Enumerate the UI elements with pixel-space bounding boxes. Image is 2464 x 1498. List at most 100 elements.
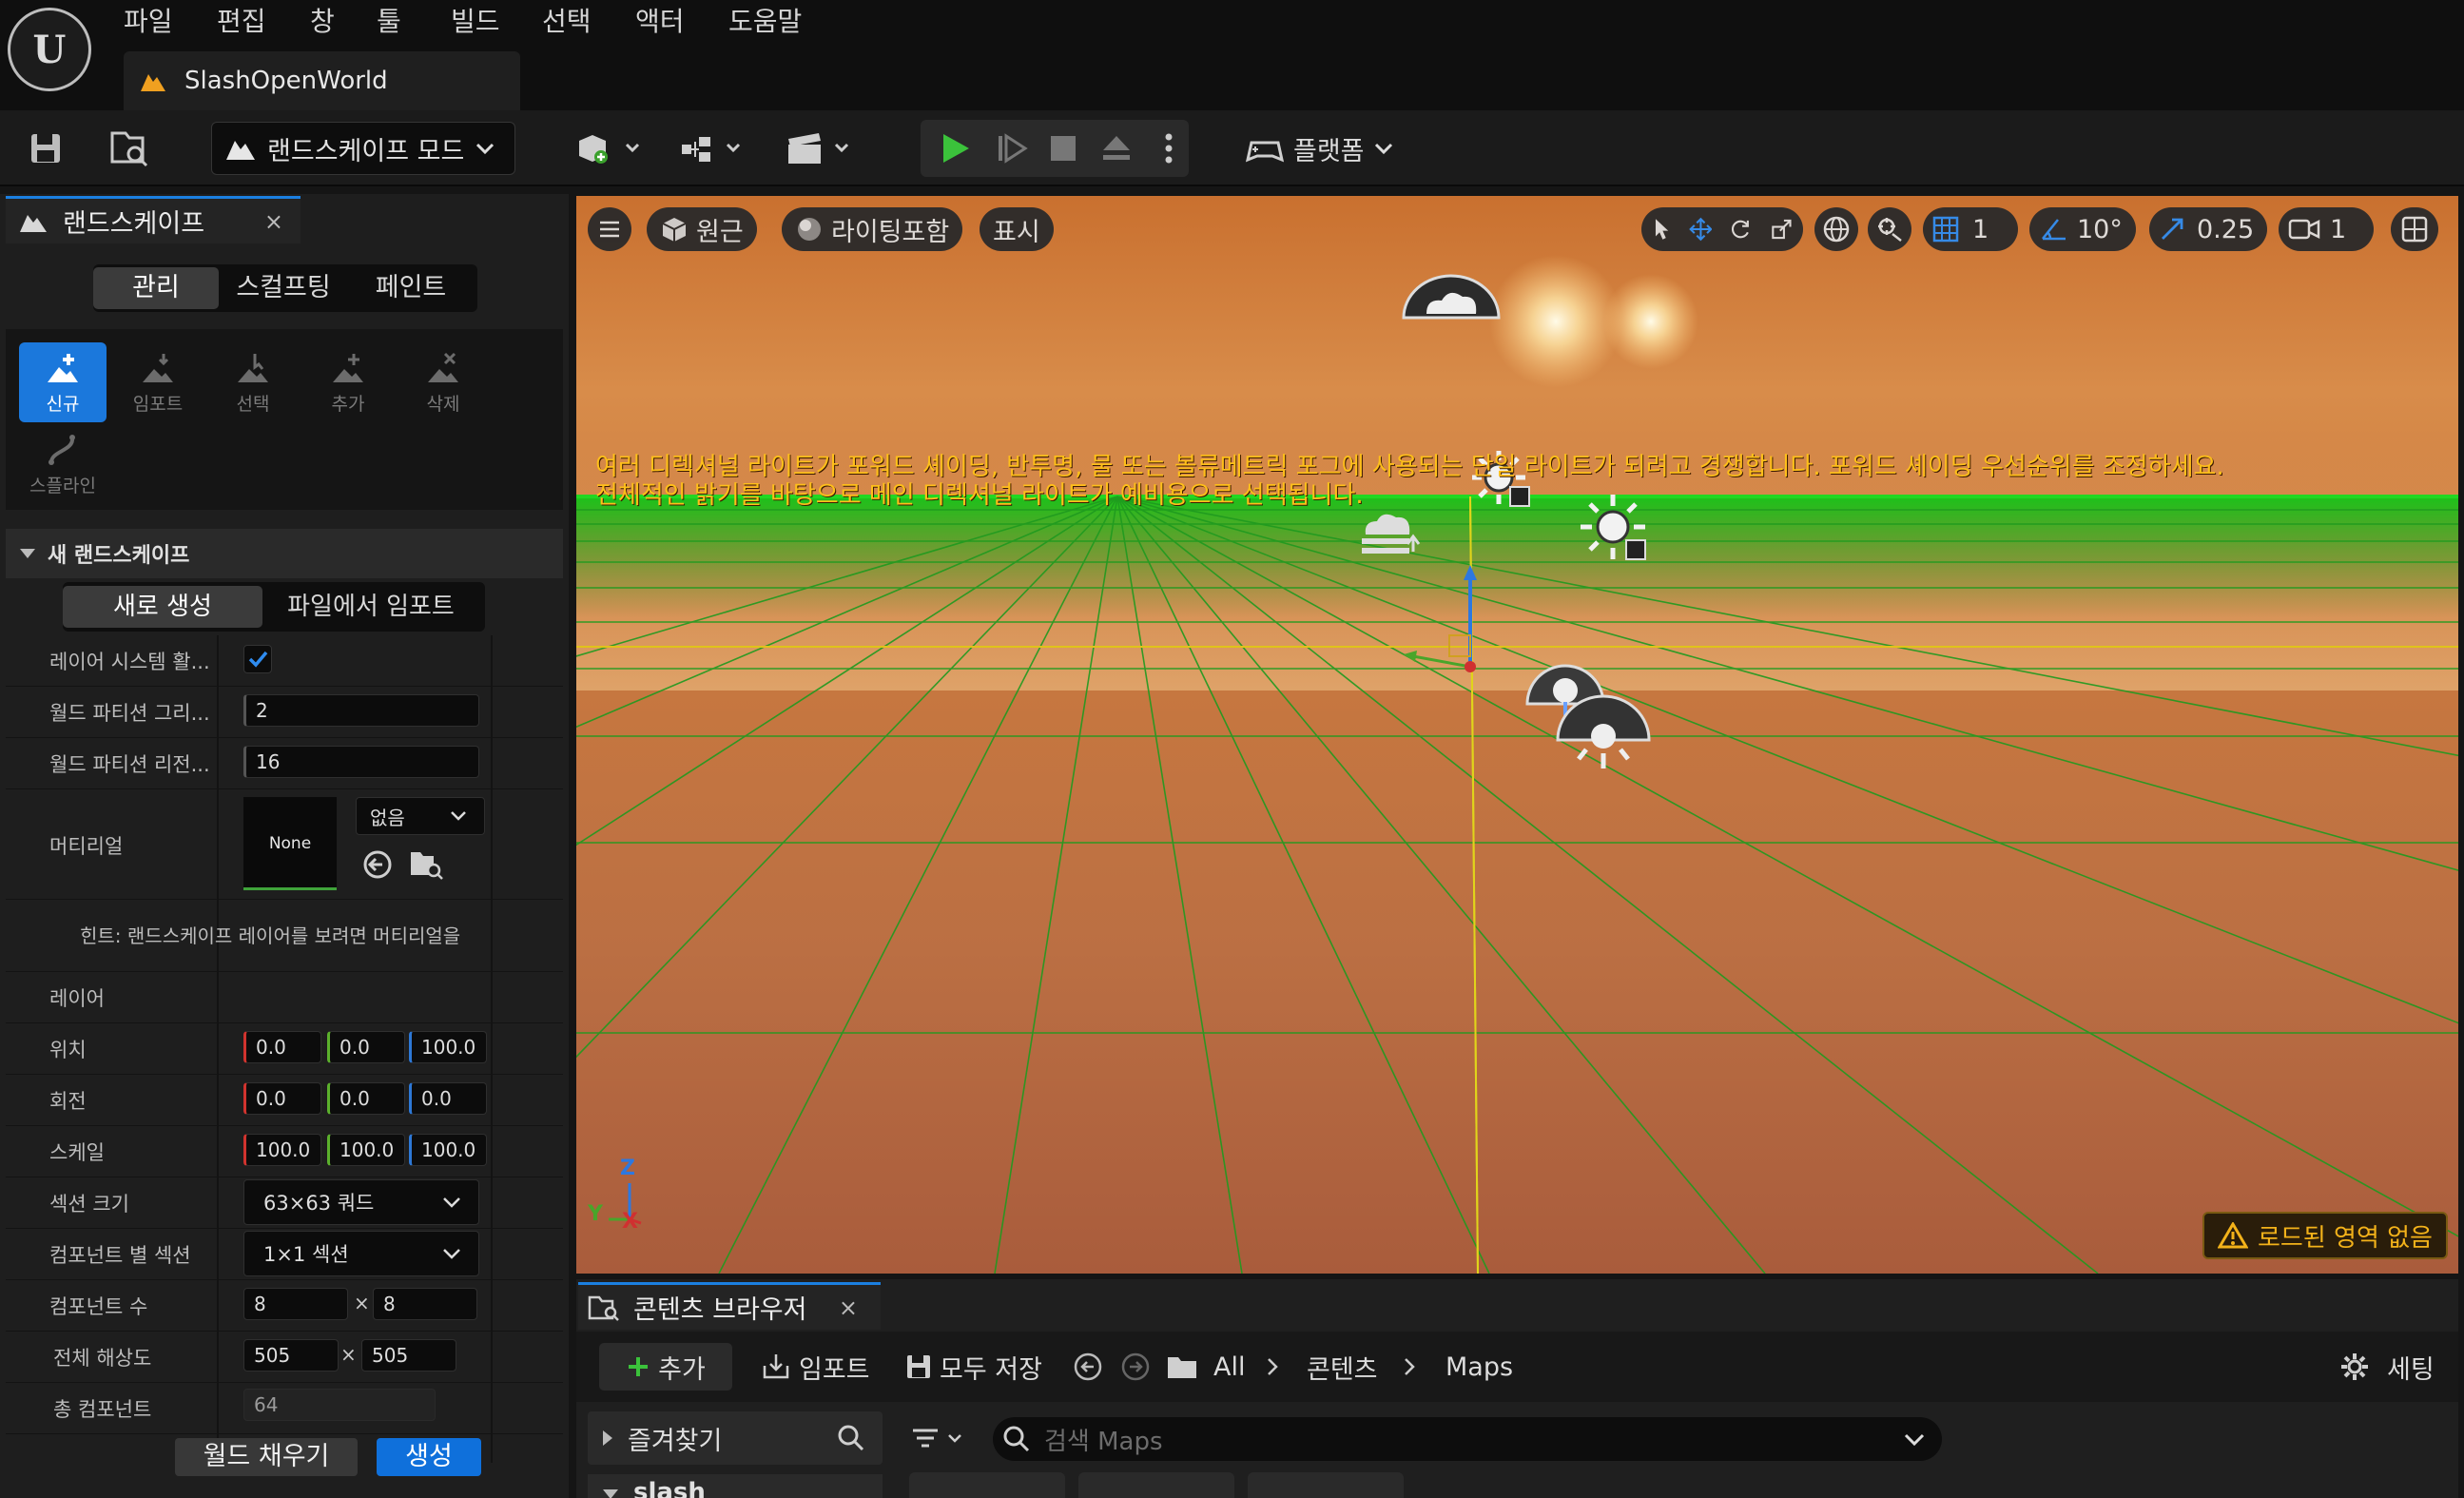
- menu-edit[interactable]: 편집: [217, 0, 266, 44]
- material-thumbnail[interactable]: None: [243, 797, 337, 890]
- eject-icon[interactable]: [1094, 122, 1139, 175]
- location-z-input[interactable]: 100.0: [409, 1031, 487, 1063]
- platform-button[interactable]: 플랫폼: [1246, 122, 1398, 175]
- tab-create-new[interactable]: 새로 생성: [63, 586, 262, 628]
- filter-button[interactable]: [911, 1415, 966, 1463]
- level-tab[interactable]: SlashOpenWorld: [124, 51, 520, 110]
- path-all[interactable]: All: [1213, 1343, 1245, 1391]
- tab-manage[interactable]: 관리: [93, 267, 219, 309]
- play-icon[interactable]: [932, 122, 978, 175]
- view-mode-button[interactable]: 라이팅포함: [782, 207, 963, 251]
- surface-snap-toggle[interactable]: [1868, 207, 1911, 251]
- scale-y-input[interactable]: 100.0: [327, 1134, 405, 1166]
- show-button[interactable]: 표시: [980, 207, 1054, 251]
- settings-button[interactable]: 세팅: [2339, 1343, 2435, 1391]
- grid-snap-control[interactable]: 1: [1923, 207, 2018, 251]
- menu-window[interactable]: 창: [310, 0, 335, 44]
- new-landscape-section[interactable]: 새 랜드스케이프: [6, 529, 563, 578]
- tool-import[interactable]: 임포트: [114, 342, 202, 422]
- folder-icon[interactable]: [1166, 1343, 1198, 1391]
- rotation-z-input[interactable]: 0.0: [409, 1082, 487, 1115]
- component-count-y-input[interactable]: 8: [373, 1288, 477, 1320]
- menu-actor[interactable]: 액터: [635, 0, 685, 44]
- play-options-icon[interactable]: [1154, 122, 1183, 175]
- asset-tile[interactable]: [1248, 1472, 1404, 1498]
- wp-grid-input[interactable]: 2: [243, 694, 479, 727]
- add-button[interactable]: 추가: [599, 1343, 732, 1391]
- wp-region-input[interactable]: 16: [243, 746, 479, 778]
- scale-icon[interactable]: [1770, 215, 1794, 243]
- browse-content-icon[interactable]: [103, 122, 156, 175]
- save-icon[interactable]: [21, 122, 70, 175]
- section-size-dropdown[interactable]: 63×63 쿼드: [243, 1179, 479, 1225]
- landscape-panel-tab[interactable]: 랜드스케이프 ×: [6, 196, 301, 243]
- asset-tile[interactable]: [1078, 1472, 1234, 1498]
- tool-spline[interactable]: 스플라인: [19, 424, 107, 504]
- tab-paint[interactable]: 페인트: [348, 267, 474, 309]
- viewport-layout-button[interactable]: [2391, 207, 2438, 251]
- menu-tools[interactable]: 툴: [377, 0, 401, 44]
- viewport-options-button[interactable]: [588, 207, 631, 251]
- scale-snap-control[interactable]: 0.25: [2149, 207, 2267, 251]
- rotate-icon[interactable]: [1729, 215, 1753, 243]
- world-local-toggle[interactable]: [1814, 207, 1858, 251]
- fill-world-button[interactable]: 월드 채우기: [175, 1438, 358, 1476]
- create-button[interactable]: 생성: [377, 1438, 481, 1476]
- close-icon[interactable]: ×: [264, 208, 283, 235]
- content-browser-tab[interactable]: 콘텐츠 브라우저 ×: [578, 1282, 881, 1330]
- sections-per-component-dropdown[interactable]: 1×1 섹션: [243, 1231, 479, 1276]
- path-content[interactable]: 콘텐츠: [1307, 1343, 1378, 1391]
- close-icon[interactable]: ×: [839, 1294, 858, 1321]
- stop-icon[interactable]: [1040, 122, 1086, 175]
- asset-tile[interactable]: [909, 1472, 1065, 1498]
- tool-new[interactable]: 신규: [19, 342, 107, 422]
- unreal-logo-icon[interactable]: U: [8, 8, 91, 91]
- blueprint-button[interactable]: [677, 122, 749, 175]
- lighting-warning-line2: 전체적인 밝기를 바탕으로 메인 디렉셔널 라이트가 예비용으로 선택됩니다.: [595, 481, 1364, 510]
- mode-selector[interactable]: 랜드스케이프 모드: [211, 122, 515, 175]
- scale-snap-icon: [2162, 218, 2183, 240]
- perspective-button[interactable]: 원근: [647, 207, 757, 251]
- scale-x-input[interactable]: 100.0: [243, 1134, 321, 1166]
- tool-select[interactable]: 선택: [209, 342, 297, 422]
- scale-z-input[interactable]: 100.0: [409, 1134, 487, 1166]
- import-button[interactable]: 임포트: [761, 1343, 870, 1391]
- path-maps[interactable]: Maps: [1445, 1343, 1513, 1391]
- translate-icon[interactable]: [1688, 215, 1713, 243]
- search-icon[interactable]: [837, 1424, 865, 1452]
- favorites-section[interactable]: 즐겨찾기: [588, 1411, 883, 1465]
- rotation-x-input[interactable]: 0.0: [243, 1082, 321, 1115]
- tab-sculpt[interactable]: 스컬프팅: [219, 267, 348, 309]
- location-x-input[interactable]: 0.0: [243, 1031, 321, 1063]
- menu-help[interactable]: 도움말: [728, 0, 802, 44]
- menu-select[interactable]: 선택: [542, 0, 592, 44]
- resolution-x-input[interactable]: 505: [243, 1339, 339, 1372]
- add-actor-button[interactable]: [571, 122, 647, 175]
- tool-delete[interactable]: 삭제: [399, 342, 487, 422]
- chevron-down-icon: [1374, 143, 1392, 155]
- cinematics-button[interactable]: [780, 122, 856, 175]
- layer-system-checkbox[interactable]: [243, 645, 272, 673]
- select-cursor-icon[interactable]: [1651, 215, 1672, 243]
- tab-import-from-file[interactable]: 파일에서 임포트: [262, 586, 479, 628]
- level-viewport[interactable]: Z Y X 여러 디렉셔널 라이트가 포워드 셰이딩, 반투명, 물 또는 볼류…: [576, 196, 2458, 1274]
- resolution-y-input[interactable]: 505: [361, 1339, 456, 1372]
- menu-build[interactable]: 빌드: [451, 0, 500, 44]
- component-count-x-input[interactable]: 8: [243, 1288, 348, 1320]
- chevron-down-icon[interactable]: [1904, 1432, 1925, 1446]
- material-dropdown[interactable]: 없음: [356, 797, 485, 835]
- search-field[interactable]: 검색 Maps: [993, 1417, 1942, 1461]
- history-forward-icon[interactable]: [1120, 1343, 1151, 1391]
- skip-frame-icon[interactable]: [989, 122, 1035, 175]
- location-y-input[interactable]: 0.0: [327, 1031, 405, 1063]
- rotation-snap-control[interactable]: 10°: [2029, 207, 2136, 251]
- tool-add[interactable]: 추가: [304, 342, 392, 422]
- history-back-icon[interactable]: [1073, 1343, 1103, 1391]
- browse-asset-icon[interactable]: [409, 848, 443, 881]
- menu-file[interactable]: 파일: [124, 0, 173, 44]
- save-all-button[interactable]: 모두 저장: [905, 1343, 1042, 1391]
- project-folder-section[interactable]: slash: [588, 1474, 883, 1498]
- rotation-y-input[interactable]: 0.0: [327, 1082, 405, 1115]
- use-selected-asset-icon[interactable]: [361, 848, 394, 881]
- camera-speed-control[interactable]: 1: [2279, 207, 2374, 251]
